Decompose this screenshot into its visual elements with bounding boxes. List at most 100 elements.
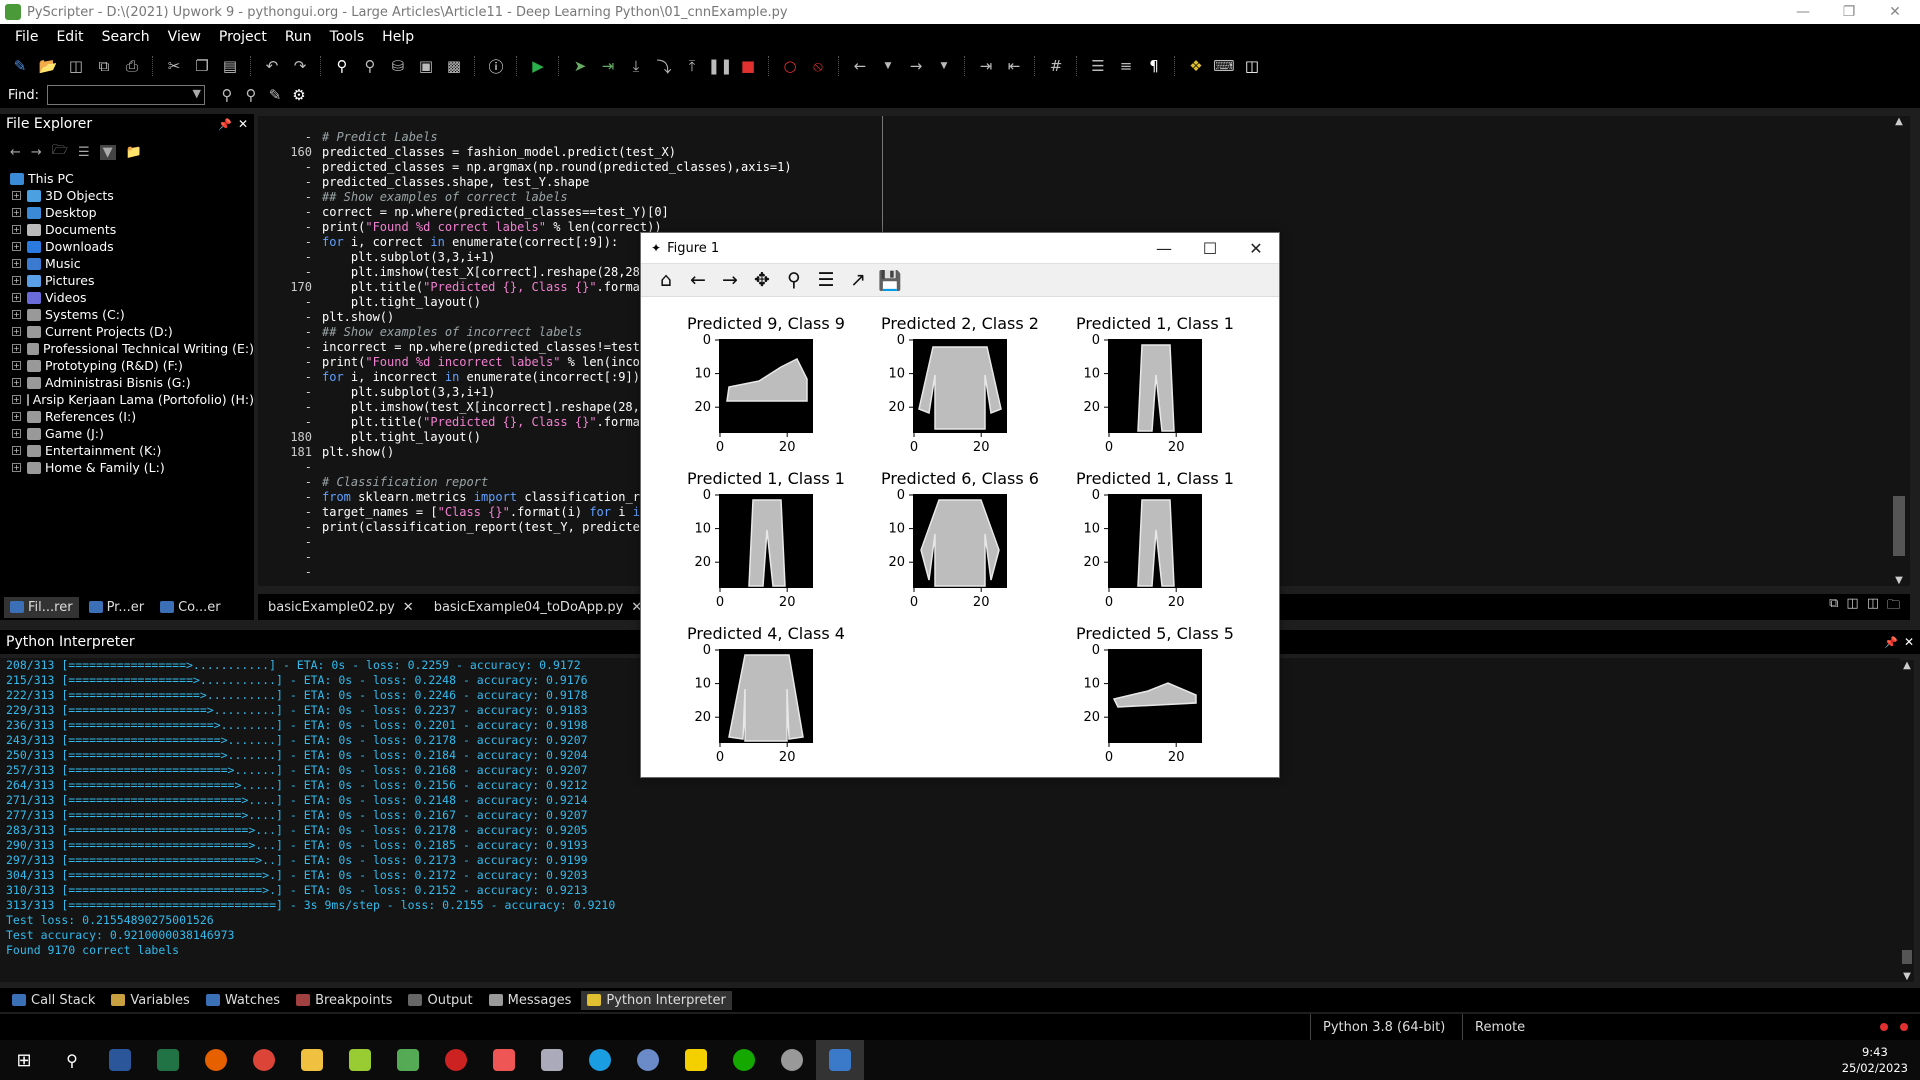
new-file-icon[interactable]: ✎ xyxy=(8,54,32,78)
start-button[interactable]: ⊞ xyxy=(0,1040,48,1080)
screenshot-icon[interactable]: ▣ xyxy=(414,54,438,78)
tab-call-stack[interactable]: Call Stack xyxy=(6,991,101,1010)
image-icon[interactable]: ▩ xyxy=(442,54,466,78)
menu-project[interactable]: Project xyxy=(219,29,267,45)
dedent-icon[interactable]: ⇤ xyxy=(1002,54,1026,78)
expand-icon[interactable]: + xyxy=(12,242,21,251)
tree-item[interactable]: + Videos xyxy=(0,289,254,306)
tree-item[interactable]: + Systems (C:) xyxy=(0,306,254,323)
tab-code-explorer[interactable]: Co...er xyxy=(154,597,227,618)
taskbar-firefox[interactable] xyxy=(192,1040,240,1080)
find-options-icon[interactable]: ⚙ xyxy=(287,83,311,107)
folder-up-icon[interactable]: 🗁 xyxy=(52,141,68,163)
tab-python-interpreter[interactable]: Python Interpreter xyxy=(581,990,732,1010)
scroll-down-icon[interactable]: ▼ xyxy=(1890,575,1908,586)
taskbar-pyscripter[interactable] xyxy=(816,1040,864,1080)
close-button[interactable]: ✕ xyxy=(1872,0,1918,24)
taskbar-app-green[interactable] xyxy=(384,1040,432,1080)
split-left-icon[interactable]: ◫ xyxy=(1846,596,1858,618)
tree-item[interactable]: + References (I:) xyxy=(0,408,254,425)
save-icon[interactable]: ◫ xyxy=(64,54,88,78)
subplots-config-icon[interactable]: ☰ xyxy=(813,267,839,293)
expand-icon[interactable]: + xyxy=(12,412,21,421)
save-figure-icon[interactable]: 💾 xyxy=(877,267,903,293)
tree-item[interactable]: + Game (J:) xyxy=(0,425,254,442)
tree-item[interactable]: + Arsip Kerjaan Lama (Portofolio) (H:) xyxy=(0,391,254,408)
taskbar-excel[interactable] xyxy=(144,1040,192,1080)
taskbar-app-gray[interactable] xyxy=(768,1040,816,1080)
forward-icon[interactable]: → xyxy=(717,267,743,293)
layout-icon[interactable]: ◫ xyxy=(1240,54,1264,78)
tab-output[interactable]: Output xyxy=(402,991,478,1010)
expand-icon[interactable]: + xyxy=(12,310,21,319)
tree-view-icon[interactable]: ☰ xyxy=(78,145,90,160)
pan-icon[interactable]: ✥ xyxy=(749,267,775,293)
expand-icon[interactable]: + xyxy=(12,259,21,268)
pin-icon[interactable]: 📌 xyxy=(218,118,232,131)
expand-icon[interactable]: + xyxy=(12,208,21,217)
tab-file-explorer[interactable]: Fil...rer xyxy=(4,596,79,618)
tab-variables[interactable]: Variables xyxy=(105,991,195,1010)
list-icon[interactable]: ☰ xyxy=(1086,54,1110,78)
open-file-icon[interactable]: 📂 xyxy=(36,54,60,78)
figure-minimize-button[interactable]: — xyxy=(1141,235,1187,261)
scroll-down-icon[interactable]: ▼ xyxy=(1900,971,1914,982)
run-icon[interactable]: ▶ xyxy=(526,54,550,78)
tab-list-icon[interactable]: ⧉ xyxy=(1829,596,1838,618)
stop-icon[interactable]: ■ xyxy=(736,54,760,78)
menu-help[interactable]: Help xyxy=(382,29,414,45)
expand-icon[interactable]: + xyxy=(12,293,21,302)
paste-icon[interactable]: ▤ xyxy=(218,54,242,78)
taskbar-r[interactable] xyxy=(624,1040,672,1080)
home-icon[interactable]: ⌂ xyxy=(653,267,679,293)
console-scrollbar[interactable]: ▲ ▼ xyxy=(1900,660,1914,982)
restore-button[interactable]: ❐ xyxy=(1826,0,1872,24)
taskbar-app-red[interactable] xyxy=(480,1040,528,1080)
scroll-up-icon[interactable]: ▲ xyxy=(1890,116,1908,127)
back-dropdown-icon[interactable]: ▼ xyxy=(876,54,900,78)
filter-icon[interactable]: ▼ xyxy=(99,144,116,160)
tree-item[interactable]: + Desktop xyxy=(0,204,254,221)
tab-basicexample04[interactable]: basicExample04_toDoApp.py ✕ xyxy=(424,594,653,620)
info-icon[interactable]: ⓘ xyxy=(484,54,508,78)
menu-run[interactable]: Run xyxy=(285,29,312,45)
tab-project-explorer[interactable]: Pr...er xyxy=(83,597,151,618)
tree-item[interactable]: + Documents xyxy=(0,221,254,238)
undo-icon[interactable]: ↶ xyxy=(260,54,284,78)
breakpoint-icon[interactable]: ○ xyxy=(778,54,802,78)
taskbar-chrome[interactable] xyxy=(240,1040,288,1080)
zoom-icon[interactable]: ⚲ xyxy=(781,267,807,293)
menu-tools[interactable]: Tools xyxy=(330,29,365,45)
close-icon[interactable]: ✕ xyxy=(1904,635,1914,649)
indent-icon[interactable]: ⇥ xyxy=(974,54,998,78)
new-tab-icon[interactable]: 🗀 xyxy=(1887,596,1900,618)
back-icon[interactable]: ← xyxy=(848,54,872,78)
pause-icon[interactable]: ❚❚ xyxy=(707,54,732,78)
forward-dropdown-icon[interactable]: ▼ xyxy=(932,54,956,78)
keyboard-icon[interactable]: ⌨ xyxy=(1212,54,1236,78)
step-over-icon[interactable]: ⤵ xyxy=(652,54,676,78)
tab-breakpoints[interactable]: Breakpoints xyxy=(290,991,398,1010)
expand-icon[interactable]: + xyxy=(12,327,21,336)
tab-messages[interactable]: Messages xyxy=(483,991,578,1010)
tree-item[interactable]: + Music xyxy=(0,255,254,272)
expand-icon[interactable]: + xyxy=(12,429,21,438)
tree-item[interactable]: + Professional Technical Writing (E:) xyxy=(0,340,254,357)
cut-icon[interactable]: ✂ xyxy=(162,54,186,78)
find-prev-icon[interactable]: ⚲ xyxy=(239,83,263,107)
print-icon[interactable]: ⎙ xyxy=(120,54,144,78)
copy-icon[interactable]: ❐ xyxy=(190,54,214,78)
expand-icon[interactable]: + xyxy=(12,225,21,234)
tree-item-this-pc[interactable]: This PC xyxy=(0,170,254,187)
comment-icon[interactable]: # xyxy=(1044,54,1068,78)
redo-icon[interactable]: ↷ xyxy=(288,54,312,78)
scroll-up-icon[interactable]: ▲ xyxy=(1900,660,1914,671)
search-icon[interactable]: ⚲ xyxy=(330,54,354,78)
folder-icon[interactable]: 📁 xyxy=(126,145,142,160)
replace-icon[interactable]: ⛁ xyxy=(386,54,410,78)
highlight-icon[interactable]: ✎ xyxy=(263,83,287,107)
save-all-icon[interactable]: ⧉ xyxy=(92,54,116,78)
search-button[interactable]: ⚲ xyxy=(48,1040,96,1080)
tab-basicexample02[interactable]: basicExample02.py ✕ xyxy=(258,594,424,620)
taskbar-edge[interactable] xyxy=(576,1040,624,1080)
